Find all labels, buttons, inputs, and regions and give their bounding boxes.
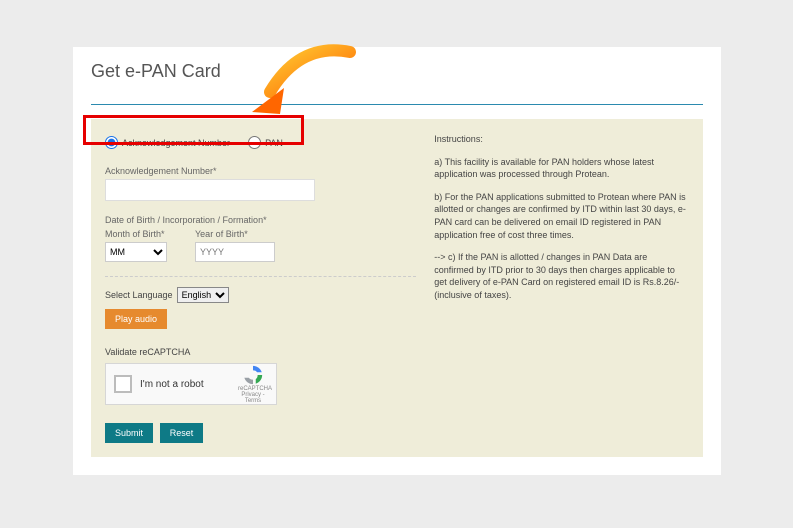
instructions-head: Instructions:	[434, 133, 689, 146]
ack-label: Acknowledgement Number*	[105, 166, 416, 176]
dob-group: Date of Birth / Incorporation / Formatio…	[105, 215, 416, 262]
divider	[105, 276, 416, 277]
submit-button[interactable]: Submit	[105, 423, 153, 443]
content-panel: Acknowledgement Number PAN Acknowledgeme…	[91, 119, 703, 457]
instruction-b: b) For the PAN applications submitted to…	[434, 191, 689, 241]
radio-ack-input[interactable]	[105, 136, 118, 149]
recaptcha-checkbox[interactable]	[114, 375, 132, 393]
ack-field-group: Acknowledgement Number*	[105, 166, 416, 201]
recaptcha-logo: reCAPTCHA Privacy - Terms	[238, 364, 268, 404]
recaptcha-icon	[242, 364, 264, 386]
instruction-a: a) This facility is available for PAN ho…	[434, 156, 689, 181]
ack-input[interactable]	[105, 179, 315, 201]
submit-row: Submit Reset	[105, 423, 416, 443]
recaptcha-widget[interactable]: I'm not a robot reCAPTCHA Privacy - Term…	[105, 363, 277, 405]
radio-ack-label: Acknowledgement Number	[122, 138, 230, 148]
instructions-column: Instructions: a) This facility is availa…	[416, 133, 689, 443]
recaptcha-text: I'm not a robot	[140, 379, 230, 390]
dob-label: Date of Birth / Incorporation / Formatio…	[105, 215, 416, 225]
radio-pan-input[interactable]	[248, 136, 261, 149]
month-label: Month of Birth*	[105, 229, 167, 239]
year-label: Year of Birth*	[195, 229, 275, 239]
language-label: Select Language	[105, 290, 173, 300]
captcha-label: Validate reCAPTCHA	[105, 347, 416, 357]
instruction-c: --> c) If the PAN is allotted / changes …	[434, 251, 689, 301]
play-audio-button[interactable]: Play audio	[105, 309, 167, 329]
radio-ack[interactable]: Acknowledgement Number	[105, 136, 230, 149]
language-select[interactable]: English	[177, 287, 229, 303]
radio-group: Acknowledgement Number PAN	[105, 133, 416, 152]
year-input[interactable]	[195, 242, 275, 262]
language-row: Select Language English	[105, 287, 416, 303]
month-select[interactable]: MM	[105, 242, 167, 262]
radio-pan-label: PAN	[265, 138, 283, 148]
form-column: Acknowledgement Number PAN Acknowledgeme…	[105, 133, 416, 443]
recaptcha-sub: Privacy - Terms	[238, 392, 268, 404]
page-title: Get e-PAN Card	[91, 61, 703, 105]
captcha-section: Validate reCAPTCHA I'm not a robot reCAP…	[105, 347, 416, 405]
reset-button[interactable]: Reset	[160, 423, 204, 443]
radio-pan[interactable]: PAN	[248, 136, 283, 149]
main-card: Get e-PAN Card Acknowledgement Number PA…	[73, 47, 721, 475]
